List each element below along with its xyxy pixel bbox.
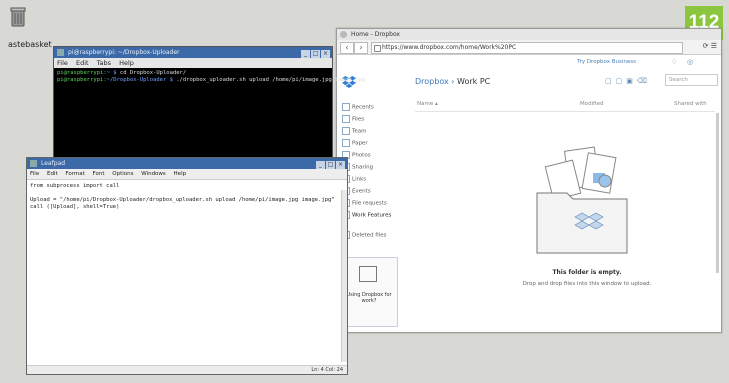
menu-file[interactable]: File xyxy=(57,59,68,67)
prompt-path: ~/Dropbox-Uploader $ xyxy=(106,77,173,83)
dropbox-favicon-icon xyxy=(340,31,347,38)
code-line: Upload = "/home/pi/Dropbox-Uploader/drop… xyxy=(30,197,335,203)
terminal-line: pi@raspberrypi:~/Dropbox-Uploader $ ./dr… xyxy=(57,77,365,84)
breadcrumb-separator: › xyxy=(451,77,455,86)
terminal-titlebar[interactable]: pi@raspberrypi: ~/Dropbox-Uploader _ □ × xyxy=(54,47,332,58)
browser-scrollbar[interactable] xyxy=(716,113,719,273)
column-shared[interactable]: Shared with xyxy=(674,101,707,107)
leafpad-titlebar[interactable]: Leafpad _ □ × xyxy=(27,158,347,169)
team-icon xyxy=(342,127,350,135)
recents-icon xyxy=(342,103,350,111)
url-text: https://www.dropbox.com/home/Work%20PC xyxy=(382,44,517,51)
editor-status-bar: Ln: 4 Col: 24 xyxy=(27,365,347,374)
browser-nav-bar: ‹ › https://www.dropbox.com/home/Work%20… xyxy=(337,40,721,55)
menu-edit[interactable]: Edit xyxy=(47,171,58,177)
promo-card[interactable]: Using Dropbox for work? xyxy=(340,257,398,327)
lock-icon xyxy=(374,45,381,52)
minimize-button[interactable]: _ xyxy=(301,50,310,58)
close-button[interactable]: × xyxy=(336,161,345,169)
upgrade-link[interactable]: Try Dropbox Business xyxy=(577,59,636,65)
briefcase-icon xyxy=(359,266,377,282)
reload-icon[interactable]: ⟳ ☰ xyxy=(703,42,717,50)
leafpad-menubar: File Edit Format Font Options Windows He… xyxy=(27,169,347,180)
toolbar-icons[interactable]: ▢▢▣⌫ xyxy=(605,77,651,85)
menu-help[interactable]: Help xyxy=(174,171,187,177)
menu-windows[interactable]: Windows xyxy=(141,171,166,177)
back-button[interactable]: ‹ xyxy=(340,42,354,54)
leafpad-title: Leafpad xyxy=(41,160,66,167)
leafpad-icon xyxy=(30,160,37,167)
terminal-title: pi@raspberrypi: ~/Dropbox-Uploader xyxy=(68,49,180,56)
files-icon xyxy=(342,115,350,123)
code-line: call ([Upload], shell=True) xyxy=(30,204,120,210)
menu-help[interactable]: Help xyxy=(119,59,134,67)
empty-folder-title: This folder is empty. xyxy=(552,269,622,276)
promo-text: Using Dropbox for work? xyxy=(346,292,392,304)
menu-format[interactable]: Format xyxy=(65,171,84,177)
wastebasket-desktop-icon[interactable]: astebasket xyxy=(6,6,52,49)
menu-edit[interactable]: Edit xyxy=(76,59,89,67)
code-line: from subprocess import call xyxy=(30,183,120,189)
sidebar-label: Links xyxy=(352,176,367,183)
browser-tab-title: Home - Dropbox xyxy=(351,31,400,38)
account-icon[interactable]: ◎ xyxy=(687,58,693,66)
sidebar-label: Team xyxy=(352,128,367,135)
editor-scrollbar[interactable] xyxy=(341,190,347,362)
maximize-button[interactable]: □ xyxy=(326,161,335,169)
terminal-line: pi@raspberrypi:~ $ cd Dropbox-Uploader/ xyxy=(57,70,329,77)
terminal-output[interactable]: pi@raspberrypi:~ $ cd Dropbox-Uploader/p… xyxy=(54,68,365,86)
sidebar-label: Deleted files xyxy=(352,232,387,239)
command-text: ./dropbox_uploader.sh upload /home/pi/im… xyxy=(172,77,365,83)
sidebar-item-recents[interactable]: Recents xyxy=(342,103,374,111)
command-text: cd Dropbox-Uploader/ xyxy=(116,70,187,76)
sidebar-label: Paper xyxy=(352,140,368,147)
menu-font[interactable]: Font xyxy=(93,171,105,177)
trash-icon xyxy=(10,7,26,27)
leafpad-window: Leafpad _ □ × File Edit Format Font Option… xyxy=(26,157,348,375)
breadcrumb-root[interactable]: Dropbox xyxy=(415,77,449,86)
sidebar-label: Events xyxy=(352,188,371,195)
sidebar-label: Recents xyxy=(352,104,374,111)
sidebar-label: Sharing xyxy=(352,164,374,171)
browser-tab-bar[interactable]: Home - Dropbox xyxy=(337,29,721,40)
terminal-window: pi@raspberrypi: ~/Dropbox-Uploader _ □ × F… xyxy=(53,46,365,160)
menu-file[interactable]: File xyxy=(30,171,39,177)
bell-icon[interactable]: ♢ xyxy=(671,58,677,66)
menu-tabs[interactable]: Tabs xyxy=(97,59,111,67)
search-input[interactable]: Search xyxy=(665,74,718,86)
prompt-path: ~ $ xyxy=(106,70,117,76)
browser-window: Home - Dropbox ‹ › https://www.dropbox.c… xyxy=(336,28,722,333)
wastebasket-label: astebasket xyxy=(8,40,52,49)
sidebar-item-deleted-files[interactable]: Deleted files xyxy=(342,231,387,239)
breadcrumb-current: Work PC xyxy=(457,77,491,86)
terminal-menubar: File Edit Tabs Help xyxy=(54,58,332,68)
sidebar-item-file-requests[interactable]: File requests xyxy=(342,199,387,207)
empty-folder-subtitle: Drop and drop files into this window to … xyxy=(522,281,652,287)
url-bar[interactable]: https://www.dropbox.com/home/Work%20PC xyxy=(371,42,683,54)
close-button[interactable]: × xyxy=(321,50,330,58)
prompt-user: pi@raspberrypi: xyxy=(57,70,107,76)
empty-folder-illustration-icon xyxy=(536,146,628,254)
sidebar-label: Files xyxy=(352,116,365,123)
column-modified[interactable]: Modified xyxy=(580,101,603,107)
column-name[interactable]: Name ▴ xyxy=(417,101,438,107)
sidebar-item-team[interactable]: Team xyxy=(342,127,367,135)
breadcrumb: Dropbox › Work PC xyxy=(415,77,490,86)
prompt-user: pi@raspberrypi: xyxy=(57,77,107,83)
sidebar-item-paper[interactable]: Paper xyxy=(342,139,368,147)
sidebar-item-work-features[interactable]: Work Features xyxy=(342,211,391,219)
header-divider xyxy=(415,111,715,112)
terminal-icon xyxy=(57,49,64,56)
forward-button[interactable]: › xyxy=(354,42,368,54)
minimize-button[interactable]: _ xyxy=(316,161,325,169)
menu-options[interactable]: Options xyxy=(112,171,133,177)
sidebar-item-files[interactable]: Files xyxy=(342,115,364,123)
sidebar-label: Photos xyxy=(352,152,371,159)
editor-text-area[interactable]: from subprocess import call Upload = "/h… xyxy=(27,180,347,214)
sidebar-label: Work Features xyxy=(352,212,392,219)
paper-icon xyxy=(342,139,350,147)
maximize-button[interactable]: □ xyxy=(311,50,320,58)
sidebar-label: File requests xyxy=(352,200,387,207)
